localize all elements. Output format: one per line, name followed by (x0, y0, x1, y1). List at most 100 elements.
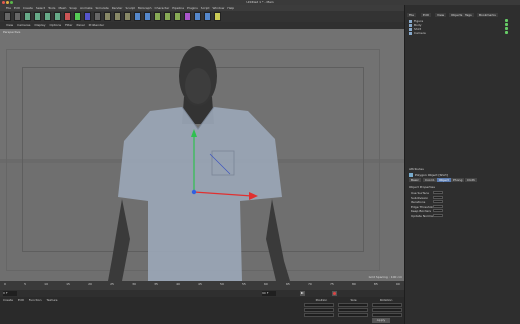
scale-icon[interactable] (44, 12, 51, 21)
attributes-tab[interactable]: Cloth (465, 178, 477, 182)
right-arm (266, 199, 290, 281)
viewport-menu: View Cameras Display Options Filter Panel ProR… (0, 22, 404, 29)
floor-icon[interactable] (194, 12, 201, 21)
object-manager-tab[interactable]: Bookmarks (477, 13, 498, 17)
object-row[interactable]: Camera (409, 31, 426, 35)
timeline-tick: 65 (285, 282, 290, 286)
attributes-tab[interactable]: Basic (409, 178, 421, 182)
object-manager-tab[interactable]: File (407, 13, 417, 17)
render-view-icon[interactable] (104, 12, 111, 21)
viewport-menu-item[interactable]: View (6, 22, 13, 29)
timeline-tick: 30 (132, 282, 136, 286)
object-list: Figure Body Shirt Camera (405, 19, 520, 39)
timeline-tick: 60 (264, 282, 268, 286)
object-manager-tab[interactable]: Tags (463, 13, 474, 17)
timeline-tick: 55 (242, 282, 246, 286)
axis-z-icon[interactable] (84, 12, 91, 21)
viewport-menu-item[interactable]: Display (34, 22, 45, 29)
array-icon[interactable] (164, 12, 171, 21)
timeline-tick: 20 (88, 282, 92, 286)
undo-icon[interactable] (4, 12, 11, 21)
property-label: Keep Borders (411, 209, 431, 213)
viewport-3d[interactable]: Grid Spacing : 100 cm Perspective (0, 29, 404, 281)
timeline-tick: 70 (307, 282, 312, 286)
subdivision-icon[interactable] (154, 12, 161, 21)
object-manager-tab[interactable]: View (435, 13, 447, 17)
viewport-menu-item[interactable]: Options (50, 22, 62, 29)
material-menu-item[interactable]: Function (29, 298, 42, 302)
current-frame-field[interactable]: 0 F (3, 291, 17, 296)
property-field[interactable] (433, 191, 443, 194)
pen-icon[interactable] (144, 12, 151, 21)
coordinates-manager: Position Size Rotation Apply (300, 297, 404, 324)
main-toolbar (0, 11, 404, 22)
viewport-label: Perspective (3, 30, 21, 34)
move-icon[interactable] (34, 12, 41, 21)
select-icon[interactable] (24, 12, 31, 21)
visibility-dot-icon[interactable] (505, 31, 508, 34)
material-menu-item[interactable]: Create (3, 298, 13, 302)
rotate-icon[interactable] (54, 12, 61, 21)
viewport-menu-item[interactable]: Filter (65, 22, 72, 29)
render-settings-icon[interactable] (124, 12, 131, 21)
material-menu-item[interactable]: Edit (18, 298, 24, 302)
timeline-tick: 45 (198, 282, 202, 286)
attributes-header: Attributes (409, 167, 424, 171)
shirt-mesh (118, 107, 282, 281)
property-field[interactable] (433, 200, 443, 203)
viewport-menu-item[interactable]: Panel (77, 22, 85, 29)
object-manager-tabs: File Edit View Objects Tags Bookmarks (405, 13, 520, 17)
left-arm (108, 199, 130, 281)
timeline-tick: 75 (329, 282, 334, 286)
attributes-tab[interactable]: Object (437, 178, 451, 182)
axis-z (191, 189, 197, 195)
visibility-dot-icon[interactable] (505, 19, 508, 22)
axis-x-icon[interactable] (64, 12, 71, 21)
attributes-tab[interactable]: Phong (451, 178, 465, 182)
grid-spacing-label: Grid Spacing : 100 cm (368, 275, 402, 279)
coord-icon[interactable] (94, 12, 101, 21)
timeline-tick: 40 (176, 282, 180, 286)
light-icon[interactable] (214, 12, 221, 21)
figure-model[interactable] (0, 29, 404, 281)
attributes-object-name: Polygon Object [Shirt] (415, 173, 448, 177)
timeline-tick: 85 (373, 282, 378, 286)
cube-icon[interactable] (134, 12, 141, 21)
camera-icon[interactable] (204, 12, 211, 21)
property-field[interactable] (433, 204, 443, 208)
property-field[interactable] (433, 195, 443, 199)
instance-icon[interactable] (174, 12, 181, 21)
record-button[interactable] (332, 291, 337, 296)
property-label: Use Surface (411, 191, 429, 195)
play-button[interactable] (300, 291, 305, 296)
timeline[interactable]: 0 5 10 15 20 25 30 35 40 45 50 55 60 65 70 75 80 85 90 (0, 281, 404, 290)
property-label: Iterations (411, 200, 426, 204)
render-icon[interactable] (114, 12, 121, 21)
timeline-tick: 5 (24, 282, 26, 286)
property-label: Subdivision (411, 195, 429, 200)
material-menu-item[interactable]: Texture (47, 298, 58, 302)
timeline-tick: 0 (4, 282, 6, 286)
visibility-dot-icon[interactable] (505, 23, 508, 26)
axis-y-icon[interactable] (74, 12, 81, 21)
section-title: Object Properties (409, 185, 435, 189)
deformer-icon[interactable] (184, 12, 191, 21)
coord-header: Position (315, 298, 328, 302)
viewport-menu-item[interactable]: ProRender (89, 22, 104, 29)
property-field[interactable] (433, 213, 443, 217)
timeline-ticks: 0 5 10 15 20 25 30 35 40 45 50 55 60 65 70 75 80 85 90 (4, 282, 400, 289)
bottom-panel: Create Edit Function Texture Position Size Ro… (0, 297, 404, 324)
visibility-dot-icon[interactable] (505, 27, 508, 30)
timeline-tick: 90 (395, 282, 400, 286)
timeline-tick: 25 (110, 282, 114, 286)
attributes-tabs: Basic Coord. Object Phong Cloth (409, 178, 519, 182)
property-field[interactable] (433, 209, 443, 212)
end-frame-field[interactable]: 90 F (262, 291, 276, 296)
object-manager-tab[interactable]: Edit (421, 13, 431, 17)
coord-header: Size (350, 298, 357, 302)
attributes-tab[interactable]: Coord. (423, 178, 437, 182)
playback-controls: 0 F 90 F (0, 290, 404, 297)
redo-icon[interactable] (14, 12, 21, 21)
apply-button[interactable]: Apply (372, 318, 390, 323)
viewport-menu-item[interactable]: Cameras (17, 22, 30, 29)
